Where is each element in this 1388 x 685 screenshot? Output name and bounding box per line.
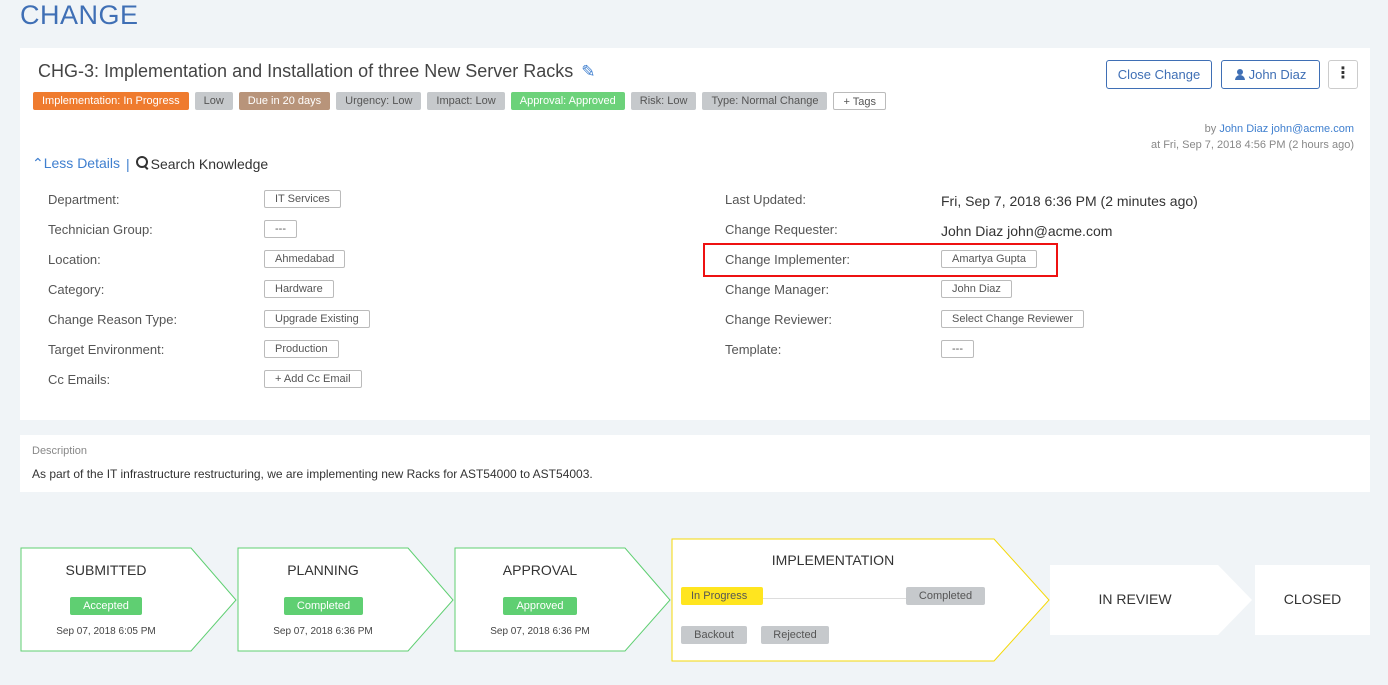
- technician-group-value[interactable]: ---: [264, 220, 297, 238]
- last-updated-label: Last Updated:: [725, 192, 806, 207]
- category-value[interactable]: Hardware: [264, 280, 334, 298]
- risk-tag[interactable]: Risk: Low: [630, 92, 697, 110]
- last-updated-value: Fri, Sep 7, 2018 6:36 PM (2 minutes ago): [941, 193, 1198, 209]
- search-icon: [135, 155, 149, 169]
- stage-closed-title: CLOSED: [1283, 591, 1342, 607]
- change-reason-type-value[interactable]: Upgrade Existing: [264, 310, 370, 328]
- close-change-button[interactable]: Close Change: [1106, 60, 1212, 89]
- change-manager-label: Change Manager:: [725, 282, 830, 297]
- stage-submitted-title: SUBMITTED: [65, 562, 147, 578]
- page-title: CHANGE: [20, 0, 139, 30]
- separator: |: [126, 155, 130, 172]
- template-label: Template:: [725, 342, 782, 357]
- user-button[interactable]: John Diaz: [1221, 60, 1320, 89]
- department-value[interactable]: IT Services: [264, 190, 341, 208]
- stage-submitted-badge: Accepted: [70, 597, 142, 615]
- approval-tag[interactable]: Approval: Approved: [510, 92, 625, 110]
- backout-button[interactable]: Backout: [681, 626, 747, 644]
- change-reviewer-value[interactable]: Select Change Reviewer: [941, 310, 1085, 328]
- add-cc-email-button[interactable]: + Add Cc Email: [264, 370, 362, 388]
- target-environment-value[interactable]: Production: [264, 340, 339, 358]
- change-manager-value[interactable]: John Diaz: [941, 280, 1012, 298]
- stage-planning-date: Sep 07, 2018 6:36 PM: [273, 626, 373, 637]
- impact-tag[interactable]: Impact: Low: [427, 92, 505, 110]
- change-details-card: CHG-3: Implementation and Installation o…: [20, 48, 1370, 420]
- author-link[interactable]: John Diaz: [1219, 123, 1268, 135]
- stage-approval-title: APPROVAL: [502, 562, 578, 578]
- cc-emails-label: Cc Emails:: [48, 372, 111, 387]
- stage-in-review-title: IN REVIEW: [1098, 591, 1172, 607]
- highlight-box: [703, 243, 1058, 277]
- stage-approval-date: Sep 07, 2018 6:36 PM: [490, 626, 590, 637]
- user-button-label: John Diaz: [1248, 67, 1307, 82]
- less-details-label: Less Details: [43, 155, 120, 171]
- rejected-button[interactable]: Rejected: [761, 626, 829, 644]
- edit-icon[interactable]: ✎: [581, 62, 599, 81]
- less-details-link[interactable]: ⌃Less Details: [32, 155, 120, 172]
- location-value[interactable]: Ahmedabad: [264, 250, 346, 268]
- change-title-row: CHG-3: Implementation and Installation o…: [38, 61, 599, 82]
- byline-prefix: by: [1204, 123, 1217, 135]
- stage-submitted-date: Sep 07, 2018 6:05 PM: [56, 626, 156, 637]
- template-value[interactable]: ---: [941, 340, 974, 358]
- type-tag[interactable]: Type: Normal Change: [702, 92, 828, 110]
- more-options-button[interactable]: ⋮: [1328, 60, 1358, 89]
- urgency-tag[interactable]: Urgency: Low: [336, 92, 422, 110]
- change-reason-type-label: Change Reason Type:: [48, 312, 178, 327]
- department-label: Department:: [48, 192, 120, 207]
- change-requester-label: Change Requester:: [725, 222, 838, 237]
- location-label: Location:: [48, 252, 101, 267]
- change-reviewer-label: Change Reviewer:: [725, 312, 832, 327]
- details-toolbar: ⌃Less Details | Search Knowledge: [32, 155, 268, 172]
- due-tag[interactable]: Due in 20 days: [238, 92, 331, 110]
- add-tags-button[interactable]: + Tags: [833, 92, 886, 110]
- stage-implementation-title: IMPLEMENTATION: [771, 552, 895, 568]
- technician-group-label: Technician Group:: [48, 222, 153, 237]
- tag-row: Implementation: In Progress Low Due in 2…: [33, 92, 886, 110]
- category-label: Category:: [48, 282, 105, 297]
- target-environment-label: Target Environment:: [48, 342, 165, 357]
- change-requester-value[interactable]: John Diaz john@acme.com: [941, 223, 1112, 239]
- stage-planning-title: PLANNING: [287, 562, 359, 578]
- change-title: CHG-3: Implementation and Installation o…: [38, 61, 574, 81]
- implementation-connector: [763, 598, 906, 599]
- description-label: Description: [32, 445, 88, 457]
- search-knowledge-link[interactable]: Search Knowledge: [135, 155, 269, 172]
- user-icon: [1234, 69, 1245, 80]
- created-time: at Fri, Sep 7, 2018 4:56 PM (2 hours ago…: [1150, 139, 1354, 151]
- in-progress-badge[interactable]: In Progress: [681, 587, 763, 605]
- priority-tag[interactable]: Low: [194, 92, 233, 110]
- author-email-link[interactable]: john@acme.com: [1271, 123, 1354, 135]
- search-knowledge-label: Search Knowledge: [150, 155, 269, 172]
- description-text: As part of the IT infrastructure restruc…: [32, 467, 593, 481]
- description-card: Description As part of the IT infrastruc…: [20, 435, 1370, 492]
- implementation-completed-button[interactable]: Completed: [906, 587, 985, 605]
- byline: by John Diaz john@acme.com at Fri, Sep 7…: [1151, 121, 1354, 153]
- stage-planning-badge: Completed: [284, 597, 363, 615]
- status-tag[interactable]: Implementation: In Progress: [33, 92, 189, 110]
- stage-approval-badge: Approved: [503, 597, 577, 615]
